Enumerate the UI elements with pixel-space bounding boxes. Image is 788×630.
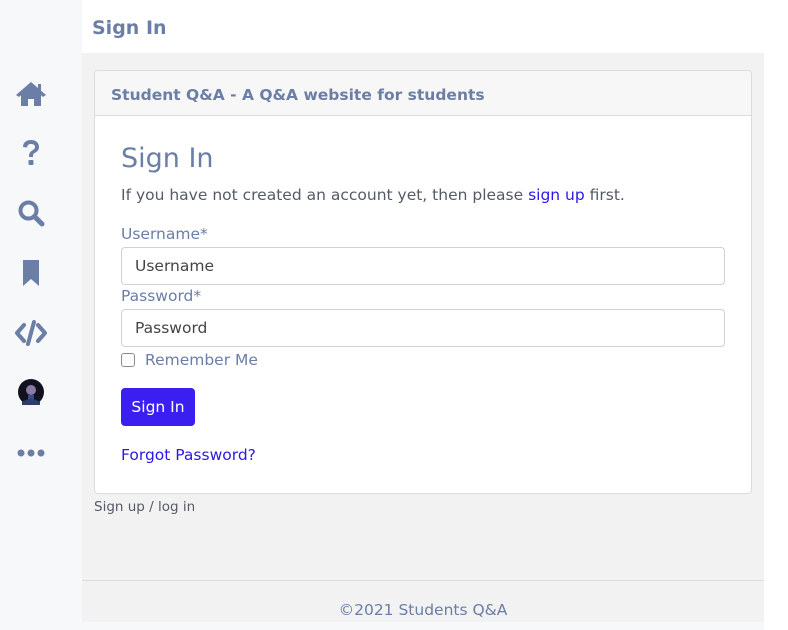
- main-content: Student Q&A - A Q&A website for students…: [82, 53, 764, 580]
- username-label: Username*: [121, 225, 208, 243]
- forgot-password-link[interactable]: Forgot Password?: [121, 446, 256, 464]
- sign-up-log-in-text: Sign up / log in: [94, 499, 196, 515]
- remember-me-label[interactable]: Remember Me: [145, 351, 258, 369]
- password-input[interactable]: [121, 309, 725, 347]
- intro-text: If you have not created an account yet, …: [121, 186, 625, 204]
- right-margin: [764, 0, 788, 630]
- top-bar: Sign In: [82, 0, 765, 53]
- search-icon[interactable]: [14, 196, 48, 230]
- intro-text-before: If you have not created an account yet, …: [121, 186, 529, 204]
- page-title: Sign In: [92, 17, 167, 39]
- remember-me-checkbox[interactable]: [121, 353, 135, 367]
- sign-in-card: Student Q&A - A Q&A website for students…: [94, 70, 752, 494]
- footer-copyright: ©2021 Students Q&A: [338, 601, 508, 619]
- card-header: Student Q&A - A Q&A website for students: [95, 71, 751, 116]
- password-label: Password*: [121, 287, 202, 305]
- more-icon[interactable]: [14, 436, 48, 470]
- home-icon[interactable]: [14, 77, 48, 111]
- remember-me: Remember Me: [121, 351, 258, 369]
- intro-text-after: first.: [584, 186, 625, 204]
- username-input[interactable]: [121, 247, 725, 285]
- code-icon[interactable]: [14, 316, 48, 350]
- form-title: Sign In: [121, 143, 214, 174]
- bookmark-icon[interactable]: [14, 256, 48, 290]
- sign-in-button[interactable]: Sign In: [121, 388, 195, 426]
- bottom-margin: [82, 622, 764, 630]
- footer: ©2021 Students Q&A: [82, 580, 764, 623]
- question-icon[interactable]: [14, 136, 48, 170]
- avatar[interactable]: [14, 375, 48, 409]
- sidebar: [0, 0, 82, 630]
- sign-up-link[interactable]: sign up: [528, 186, 585, 204]
